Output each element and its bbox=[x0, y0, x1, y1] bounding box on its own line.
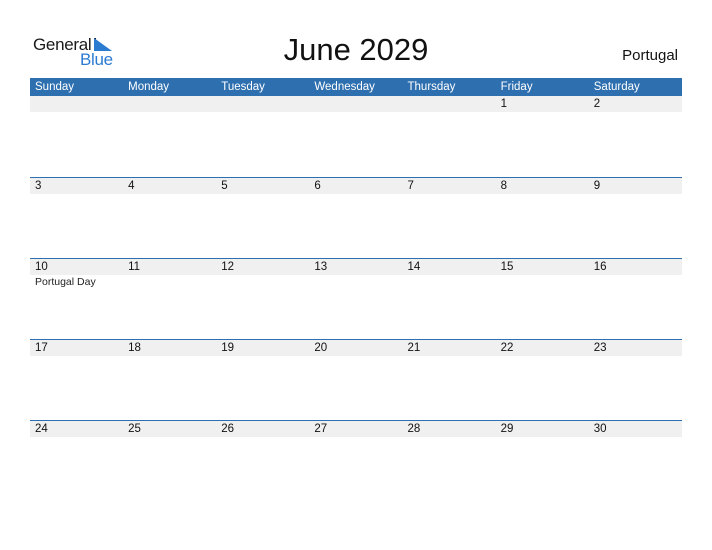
day-number bbox=[408, 96, 496, 112]
day-cell: 5 bbox=[216, 178, 309, 259]
day-number bbox=[128, 96, 216, 112]
weekday-thursday: Thursday bbox=[407, 81, 456, 93]
day-number: 6 bbox=[314, 180, 321, 192]
day-cell: 8 bbox=[496, 178, 589, 259]
day-number: 20 bbox=[314, 342, 328, 354]
day-cell: 2 bbox=[589, 96, 682, 177]
day-number: 26 bbox=[221, 423, 235, 435]
day-cell: 20 bbox=[309, 340, 402, 421]
week-cells: 12 bbox=[30, 96, 682, 177]
week-cells: 3 4 5 6 7 8 9 bbox=[30, 178, 682, 259]
day-cell: 10 Portugal Day bbox=[30, 259, 123, 340]
day-cell: 22 bbox=[496, 340, 589, 421]
day-cell: 19 bbox=[216, 340, 309, 421]
day-number: 23 bbox=[593, 342, 607, 354]
day-number: 27 bbox=[314, 423, 328, 435]
day-cell: 15 bbox=[496, 259, 589, 340]
week-row: 24 25 26 27 28 29 30 bbox=[30, 420, 682, 502]
week-row: 3 4 5 6 7 8 9 bbox=[30, 177, 682, 259]
day-number: 17 bbox=[35, 342, 48, 354]
day-cell: 7 bbox=[403, 178, 496, 259]
day-number: 30 bbox=[593, 423, 607, 435]
week-cells: 10 Portugal Day 11 12 13 14 15 16 bbox=[30, 259, 682, 340]
day-number: 12 bbox=[221, 261, 235, 273]
day-cell: 13 bbox=[309, 259, 402, 340]
day-number: 8 bbox=[500, 180, 508, 192]
day-cell: 18 bbox=[123, 340, 216, 421]
day-cell bbox=[309, 96, 402, 177]
day-cell: 27 bbox=[309, 421, 402, 502]
holiday-event: Portugal Day bbox=[35, 276, 96, 288]
weekday-monday: Monday bbox=[128, 81, 170, 93]
day-number: 5 bbox=[221, 180, 228, 192]
day-cell: 12 bbox=[216, 259, 309, 340]
weekday-tuesday: Tuesday bbox=[221, 81, 265, 93]
weekday-sunday: Sunday bbox=[35, 81, 75, 93]
day-cell: 23 bbox=[589, 340, 682, 421]
week-row: 17 18 19 20 21 22 23 bbox=[30, 339, 682, 421]
day-number: 11 bbox=[128, 261, 141, 273]
day-number: 7 bbox=[407, 180, 414, 192]
day-number: 15 bbox=[500, 261, 514, 273]
day-cell: 1 bbox=[496, 96, 589, 177]
day-cell: 21 bbox=[403, 340, 496, 421]
weekday-friday: Friday bbox=[500, 81, 533, 93]
day-cell: 26 bbox=[216, 421, 309, 502]
day-number: 22 bbox=[500, 342, 514, 354]
country-label: Portugal bbox=[622, 47, 678, 64]
day-cell: 28 bbox=[403, 421, 496, 502]
day-number bbox=[221, 96, 309, 112]
day-cell: 3 bbox=[30, 178, 123, 259]
day-cell: 24 bbox=[30, 421, 123, 502]
weekday-wednesday: Wednesday bbox=[314, 81, 375, 93]
day-number: 24 bbox=[35, 423, 48, 435]
day-number: 25 bbox=[128, 423, 141, 435]
week-cells: 17 18 19 20 21 22 23 bbox=[30, 340, 682, 421]
day-number bbox=[314, 96, 402, 112]
day-number: 10 bbox=[35, 261, 48, 273]
day-number bbox=[35, 96, 123, 112]
day-cell: 14 bbox=[403, 259, 496, 340]
day-cell bbox=[216, 96, 309, 177]
day-number: 13 bbox=[314, 261, 328, 273]
day-cell: 16 bbox=[589, 259, 682, 340]
day-cell: 9 bbox=[589, 178, 682, 259]
week-row: 10 Portugal Day 11 12 13 14 15 16 bbox=[30, 258, 682, 340]
day-cell bbox=[30, 96, 123, 177]
day-number: 2 bbox=[593, 98, 601, 110]
day-number: 1 bbox=[500, 98, 508, 110]
day-cell: 29 bbox=[496, 421, 589, 502]
day-number: 9 bbox=[593, 180, 601, 192]
day-cell: 11 bbox=[123, 259, 216, 340]
day-cell: 30 bbox=[589, 421, 682, 502]
day-cell: 17 bbox=[30, 340, 123, 421]
day-number: 3 bbox=[35, 180, 42, 192]
week-row: 12 bbox=[30, 96, 682, 177]
day-number: 4 bbox=[128, 180, 135, 192]
day-cell: 6 bbox=[309, 178, 402, 259]
weekday-header: Sunday Monday Tuesday Wednesday Thursday… bbox=[30, 78, 682, 96]
calendar-title: June 2029 bbox=[283, 32, 429, 67]
day-cell bbox=[403, 96, 496, 177]
day-number: 18 bbox=[128, 342, 141, 354]
day-number: 28 bbox=[407, 423, 421, 435]
day-number: 14 bbox=[407, 261, 421, 273]
day-number: 16 bbox=[593, 261, 607, 273]
day-cell: 25 bbox=[123, 421, 216, 502]
weekday-saturday: Saturday bbox=[593, 81, 640, 93]
day-number: 21 bbox=[407, 342, 421, 354]
day-cell: 4 bbox=[123, 178, 216, 259]
day-number: 19 bbox=[221, 342, 235, 354]
day-cell bbox=[123, 96, 216, 177]
week-cells: 24 25 26 27 28 29 30 bbox=[30, 421, 682, 502]
day-number: 29 bbox=[500, 423, 514, 435]
